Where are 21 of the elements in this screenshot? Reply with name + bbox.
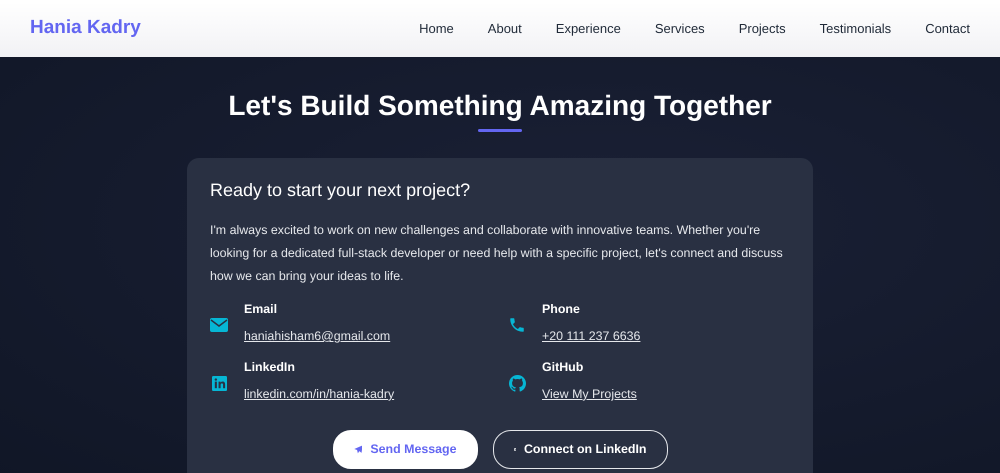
nav-link[interactable]: Experience xyxy=(556,18,621,38)
nav-link[interactable]: Contact xyxy=(925,18,970,38)
contact-label: Email xyxy=(244,302,278,318)
nav-link[interactable]: About xyxy=(488,18,522,38)
brand-name[interactable]: Hania Kadry xyxy=(30,14,141,43)
linkedin-button[interactable]: Connect on LinkedIn xyxy=(492,430,668,469)
detail-link[interactable]: View My Projects xyxy=(542,386,637,402)
nav-link[interactable]: Testimonials xyxy=(820,18,892,38)
nav-link[interactable]: Home xyxy=(419,18,454,38)
send-message-button[interactable]: Send Message xyxy=(332,430,478,469)
nav-link[interactable]: Projects xyxy=(738,18,786,38)
section-title: Let's Build Something Amazing Together xyxy=(227,89,773,123)
detail-link[interactable]: linkedin.com/in/hania-kadry xyxy=(244,386,394,402)
card-heading: Ready to start your next project? xyxy=(210,180,472,202)
nav-link[interactable]: Services xyxy=(654,18,705,38)
contact-label: GitHub xyxy=(542,360,584,375)
contact-label: Phone xyxy=(542,302,581,318)
detail-link[interactable]: +20 111 237 6636 xyxy=(542,329,640,344)
contact-label: LinkedIn xyxy=(244,360,296,375)
detail-link[interactable]: haniahisham6@gmail.com xyxy=(244,329,390,344)
card-paragraph: I'm always excited to work on new challenges and collaborate with innovative teams. Whether you're looking for a dedicated full-stack developer or need help with a specific project, let's connect and discuss how we can bring your ideas to life. xyxy=(210,222,784,286)
